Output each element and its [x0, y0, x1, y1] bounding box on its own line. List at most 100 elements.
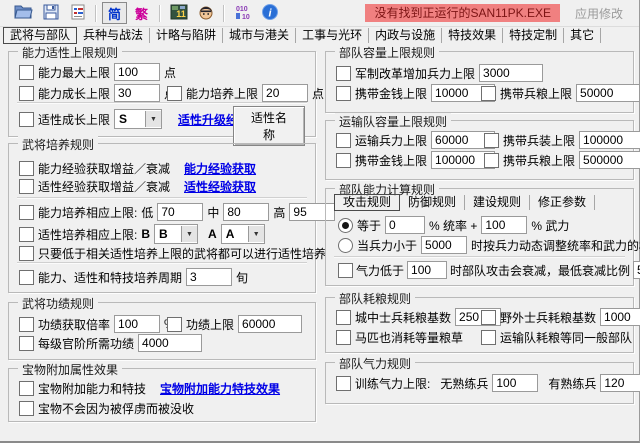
training-cycle-checkbox[interactable] [19, 269, 34, 285]
tab-build-rule[interactable]: 建设规则 [465, 195, 531, 210]
open-file-button[interactable] [11, 2, 36, 24]
tab-others[interactable]: 其它 [564, 28, 602, 43]
transport-weapons-input[interactable] [579, 131, 640, 149]
info-button[interactable]: i [257, 2, 282, 24]
field-food-base-checkbox[interactable] [481, 309, 496, 325]
field-food-base-input[interactable] [600, 308, 640, 326]
troop-food-checkbox[interactable] [481, 85, 496, 101]
tab-attack-rule[interactable]: 攻击规则 [334, 194, 401, 211]
tab-officers-troops[interactable]: 武将与部队 [3, 27, 78, 44]
merit-cap-checkbox[interactable] [167, 316, 182, 332]
low-limit-input[interactable] [157, 203, 204, 221]
group-officer-merit: 武将功绩规则 功绩获取倍率 % 功绩上限 每级官阶所需功绩 [8, 295, 316, 360]
treasure-add-checkbox[interactable] [19, 380, 34, 396]
train-limit-label: 能力培养上限 [186, 86, 259, 101]
merit-rate-input[interactable] [114, 315, 161, 333]
simplified-chinese-button[interactable]: 简 [102, 2, 127, 24]
row-attack-formula: 等于 % 统率 + % 武力 [338, 215, 569, 235]
merit-cap-input[interactable] [238, 315, 303, 333]
game-11-button[interactable]: 11 [166, 2, 191, 24]
transport-gold-checkbox[interactable] [336, 152, 351, 168]
city-food-base-checkbox[interactable] [336, 309, 351, 325]
dynamic-threshold-input[interactable] [421, 236, 468, 254]
ability-exp-checkbox[interactable] [19, 160, 34, 176]
officer-portrait-button[interactable] [193, 2, 218, 24]
group-troop-morale: 部队气力规则 训练气力上限: 无熟练兵 有熟练兵 [325, 355, 640, 404]
max-ability-suffix: 点 [164, 65, 177, 80]
row-transport-food: 携带兵粮上限 [484, 150, 640, 170]
dynamic-post: 时按兵力动态调整统率和武力的权重 [471, 238, 640, 253]
formula-radio[interactable] [338, 217, 353, 233]
train-limit-input[interactable] [262, 84, 309, 102]
treasure-keep-checkbox[interactable] [19, 400, 34, 416]
transport-food-same-checkbox[interactable] [481, 329, 496, 345]
binary-data-button[interactable]: 010 10 [230, 2, 255, 24]
row-treasure-keep: 宝物不会因为被俘虏而被没收 [19, 398, 194, 418]
reform-limit-input[interactable] [479, 64, 544, 82]
max-ability-checkbox[interactable] [19, 64, 34, 80]
aptitude-exp-gain-link[interactable]: 适性经验获取 [184, 178, 256, 195]
growth-limit-checkbox[interactable] [19, 85, 34, 101]
save-button[interactable] [38, 2, 63, 24]
warning-banner: 没有找到正运行的SAN11PK.EXE [365, 4, 560, 22]
transport-food-input[interactable] [579, 151, 640, 169]
strength-pct-input[interactable] [481, 216, 528, 234]
merit-per-rank-checkbox[interactable] [19, 335, 34, 351]
leadership-pct-input[interactable] [385, 216, 426, 234]
row-ability-exp: 能力经验获取增益／衰减 能力经验获取 [19, 158, 256, 178]
horses-food-checkbox[interactable] [336, 329, 351, 345]
tab-skill-effects[interactable]: 特技效果 [442, 28, 504, 43]
mid-limit-input[interactable] [223, 203, 270, 221]
tab-correction-params[interactable]: 修正参数 [530, 195, 596, 210]
trained-morale-input[interactable] [600, 374, 640, 392]
morale-threshold-input[interactable] [407, 261, 448, 279]
training-morale-checkbox[interactable] [336, 375, 351, 391]
horses-food-label: 马匹也消耗等量粮草 [355, 330, 464, 345]
svg-text:10: 10 [242, 14, 250, 20]
transport-weapons-checkbox[interactable] [484, 132, 499, 148]
decay-ratio-input[interactable] [633, 261, 640, 279]
b-limit-select[interactable]: B ▼ [154, 224, 199, 244]
aptitude-growth-checkbox[interactable] [19, 111, 34, 127]
morale-decay-checkbox[interactable] [338, 262, 353, 278]
aptitude-names-button[interactable]: 适性名称 [233, 106, 305, 146]
tab-domestic-facilities[interactable]: 内政与设施 [369, 28, 443, 43]
tab-skill-custom[interactable]: 特技定制 [503, 28, 565, 43]
a-limit-select[interactable]: A ▼ [220, 224, 265, 244]
treasure-ability-skill-effect-link[interactable]: 宝物附加能力特技效果 [160, 380, 280, 397]
settings-button[interactable] [65, 2, 90, 24]
aptitude-exp-checkbox[interactable] [19, 178, 34, 194]
troop-food-input[interactable] [576, 84, 640, 102]
dynamic-weight-radio[interactable] [338, 237, 353, 253]
group-title: 部队容量上限规则 [335, 44, 440, 61]
any-below-checkbox[interactable] [19, 245, 34, 261]
troop-gold-checkbox[interactable] [336, 85, 351, 101]
toolbar-separator [159, 4, 161, 22]
tab-cities-ports[interactable]: 城市与港关 [223, 28, 297, 43]
training-cycle-input[interactable] [186, 268, 233, 286]
transport-troops-checkbox[interactable] [336, 132, 351, 148]
growth-limit-input[interactable] [114, 84, 161, 102]
aptitude-growth-select[interactable]: S ▼ [114, 109, 163, 129]
transport-gold-label: 携带金钱上限 [355, 153, 428, 168]
row-transport-food-same: 运输队耗粮等同一般部队 [481, 327, 632, 347]
transport-food-checkbox[interactable] [484, 152, 499, 168]
tab-schemes-traps[interactable]: 计略与陷阱 [150, 28, 224, 43]
officer-face-icon [198, 4, 214, 23]
train-limit-checkbox[interactable] [167, 85, 182, 101]
aptitude-train-limits-checkbox[interactable] [19, 226, 34, 242]
tab-units-tactics[interactable]: 兵种与战法 [77, 28, 151, 43]
traditional-chinese-button[interactable]: 繁 [129, 2, 154, 24]
reform-limit-checkbox[interactable] [336, 65, 351, 81]
tab-structures-auras[interactable]: 工事与光环 [296, 28, 370, 43]
apply-changes-button[interactable]: 应用修改 [569, 4, 629, 23]
row-troop-gold: 携带金钱上限 [336, 83, 496, 103]
ability-exp-gain-link[interactable]: 能力经验获取 [184, 160, 256, 177]
ability-train-limits-checkbox[interactable] [19, 204, 34, 220]
merit-rate-checkbox[interactable] [19, 316, 34, 332]
merit-per-rank-input[interactable] [138, 334, 203, 352]
untrained-morale-input[interactable] [492, 374, 539, 392]
tab-defense-rule[interactable]: 防御规则 [400, 195, 466, 210]
max-ability-input[interactable] [114, 63, 161, 81]
svg-text:010: 010 [236, 6, 248, 13]
